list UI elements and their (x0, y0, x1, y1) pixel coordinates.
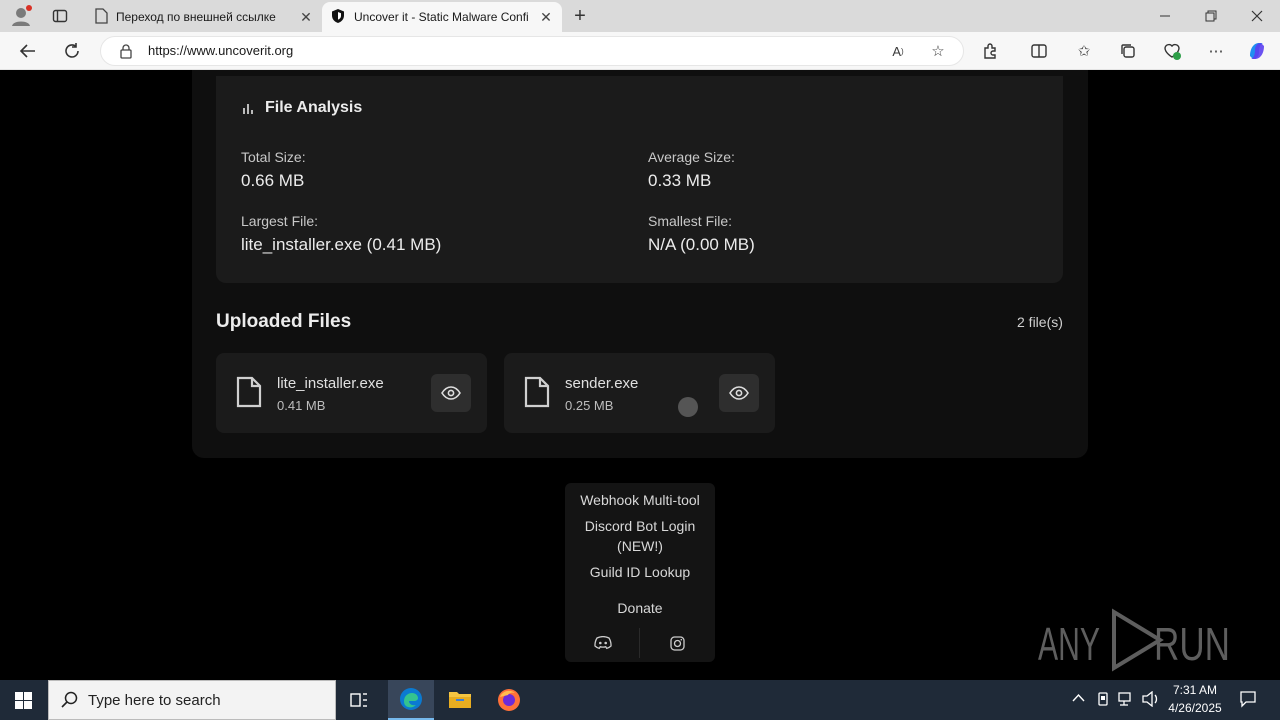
total-size-label: Total Size: (241, 149, 306, 165)
minimize-icon[interactable] (1150, 0, 1180, 34)
menu-item-webhook[interactable]: Webhook Multi-tool (565, 490, 715, 510)
clock-time[interactable]: 7:31 AM (1172, 683, 1218, 697)
watermark-text-any: ANY (1038, 618, 1100, 670)
largest-file-value: lite_installer.exe (0.41 MB) (241, 235, 442, 254)
anyrun-logo-icon: ANY RUN (1038, 608, 1230, 672)
tab-actions-icon[interactable] (52, 8, 68, 24)
instagram-icon[interactable] (670, 636, 685, 656)
volume-icon[interactable] (1142, 690, 1160, 710)
file-icon (236, 376, 262, 413)
view-file-button[interactable] (431, 374, 471, 412)
close-tab-icon[interactable]: ✕ (298, 9, 314, 26)
copilot-icon[interactable] (1246, 40, 1268, 62)
watermark-text-run: RUN (1154, 618, 1230, 670)
tab-title: Uncover it - Static Malware Confi (354, 10, 529, 24)
average-size-value: 0.33 MB (648, 171, 712, 190)
eye-icon (729, 386, 749, 400)
restore-icon[interactable] (1196, 0, 1226, 34)
uploaded-files-heading: Uploaded Files (216, 311, 352, 332)
file-explorer-icon[interactable] (448, 689, 472, 714)
tools-menu: Webhook Multi-tool Discord Bot Login (NE… (565, 483, 715, 662)
tab-title: Переход по внешней ссылке (116, 10, 276, 24)
collections-icon[interactable] (1117, 40, 1139, 62)
extensions-icon[interactable] (980, 40, 1002, 62)
analysis-heading: File Analysis (265, 99, 363, 116)
firefox-icon[interactable] (497, 688, 521, 717)
menu-item-donate[interactable]: Donate (565, 598, 715, 618)
close-tab-icon[interactable]: ✕ (538, 9, 554, 26)
edge-taskbar-icon[interactable] (388, 680, 434, 720)
clock-date[interactable]: 4/26/2025 (1166, 701, 1224, 715)
view-file-button[interactable] (719, 374, 759, 412)
network-icon[interactable] (1118, 691, 1134, 710)
chevron-up-icon[interactable] (1072, 692, 1085, 706)
file-count: 2 file(s) (1017, 314, 1063, 330)
eye-icon (441, 386, 461, 400)
shield-logo-icon (330, 8, 346, 27)
url-text[interactable]: https://www.uncoverit.org (148, 43, 293, 58)
lock-icon[interactable] (119, 43, 133, 64)
favorites-icon[interactable]: ✩ (1073, 40, 1095, 62)
file-icon (524, 376, 550, 413)
refresh-icon[interactable] (61, 40, 83, 62)
largest-file-label: Largest File: (241, 213, 319, 229)
close-window-icon[interactable] (1242, 0, 1272, 34)
back-arrow-icon[interactable] (17, 40, 39, 62)
menu-item-discord-bot-login[interactable]: Discord Bot Login (565, 516, 715, 536)
search-placeholder: Type here to search (88, 692, 221, 709)
bar-chart-icon (242, 102, 255, 120)
file-size: 0.41 MB (277, 398, 326, 413)
menu-divider (639, 628, 640, 658)
menu-item-guild-lookup[interactable]: Guild ID Lookup (565, 562, 715, 582)
favorite-star-icon[interactable]: ☆ (927, 40, 949, 62)
file-name: sender.exe (565, 375, 639, 392)
browser-essentials-icon[interactable] (1161, 40, 1183, 62)
file-name: lite_installer.exe (277, 375, 384, 392)
windows-start-icon[interactable] (15, 692, 32, 714)
discord-icon[interactable] (594, 635, 612, 655)
search-icon (61, 691, 78, 713)
more-options-icon[interactable]: ⋯ (1205, 40, 1227, 62)
smallest-file-value: N/A (0.00 MB) (648, 235, 755, 254)
split-screen-icon[interactable] (1028, 40, 1050, 62)
read-aloud-icon[interactable]: A) (887, 40, 909, 62)
anyrun-watermark: ANY RUN (1036, 606, 1236, 672)
file-size: 0.25 MB (565, 398, 614, 413)
profile-icon (12, 5, 32, 26)
tab-uncoverit[interactable]: Uncover it - Static Malware Confi ✕ (322, 2, 562, 32)
menu-item-new-badge[interactable]: (NEW!) (565, 536, 715, 556)
cursor-dot (678, 397, 698, 417)
new-tab-button[interactable]: + (568, 0, 592, 32)
notification-icon[interactable] (1239, 690, 1257, 711)
usb-device-icon[interactable] (1096, 691, 1110, 710)
task-view-icon[interactable] (350, 691, 368, 714)
total-size-value: 0.66 MB (241, 171, 305, 190)
average-size-label: Average Size: (648, 149, 735, 165)
smallest-file-label: Smallest File: (648, 213, 733, 229)
profile-avatar[interactable] (10, 5, 32, 27)
tab-external-link[interactable]: Переход по внешней ссылке ✕ (86, 2, 322, 32)
page-icon (94, 7, 108, 27)
